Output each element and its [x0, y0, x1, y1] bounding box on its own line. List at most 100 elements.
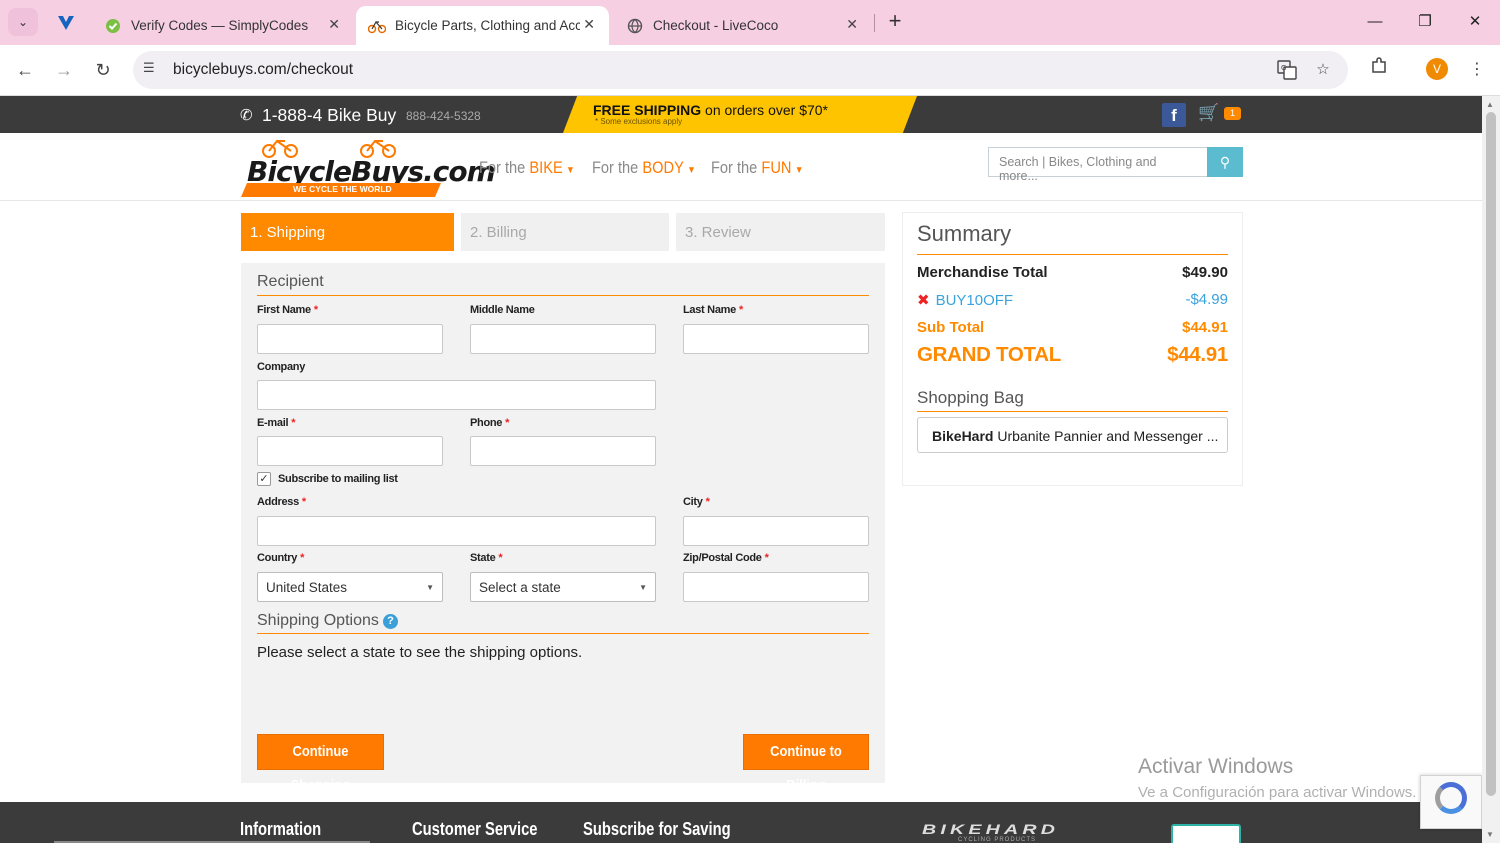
scroll-down-icon[interactable]: ▼	[1486, 830, 1494, 839]
company-label: Company	[257, 361, 306, 373]
email-label: E-mail *	[257, 417, 296, 429]
site-search-input[interactable]: Search | Bikes, Clothing and more...	[988, 147, 1208, 183]
search-icon[interactable]: ⚲	[1207, 147, 1243, 177]
menu-kebab-icon[interactable]: ⋮	[1464, 57, 1490, 83]
continue-to-billing-label: Continue to Billing	[770, 743, 842, 794]
nav-for-the-body[interactable]: For the BODY ▼	[592, 158, 696, 178]
new-tab-button[interactable]: +	[884, 9, 906, 35]
bag-item-brand: BikeHard	[932, 428, 994, 444]
tab-verify-codes[interactable]: Verify Codes — SimplyCodes ✕	[92, 6, 354, 45]
step-shipping[interactable]: 1. Shipping	[241, 213, 454, 251]
required-asterisk-icon: *	[291, 417, 296, 429]
nav-for-the-bike[interactable]: For the BIKE ▼	[479, 158, 575, 178]
zip-field[interactable]	[683, 572, 869, 602]
sub-total-value: $44.91	[1182, 319, 1228, 336]
phone-field[interactable]	[470, 436, 656, 466]
free-shipping-banner[interactable]: FREE SHIPPING on orders over $70* * Some…	[563, 96, 917, 133]
recaptcha-badge[interactable]	[1420, 775, 1482, 829]
first-name-field[interactable]	[257, 324, 443, 354]
close-window-icon[interactable]: ✕	[1462, 10, 1488, 34]
step-review[interactable]: 3. Review	[676, 213, 885, 251]
continue-to-billing-button[interactable]: Continue to Billing	[743, 734, 869, 794]
cart-icon[interactable]: 🛒	[1198, 103, 1219, 123]
scroll-up-icon[interactable]: ▲	[1486, 100, 1494, 109]
site-topbar: ✆ 1-888-4 Bike Buy 888-424-5328 FREE SHI…	[0, 96, 1482, 133]
city-field[interactable]	[683, 516, 869, 546]
email-field[interactable]	[257, 436, 443, 466]
site-logo[interactable]: BicycleBuys.com WE CYCLE THE WORLD	[241, 137, 496, 199]
continue-shopping-button[interactable]: Continue Shopping	[257, 734, 384, 794]
tab-close-icon[interactable]: ✕	[846, 16, 858, 33]
step-billing[interactable]: 2. Billing	[461, 213, 669, 251]
tab-close-icon[interactable]: ✕	[583, 16, 595, 33]
nav-prefix: For the	[592, 158, 643, 177]
middle-name-label: Middle Name	[470, 304, 535, 316]
forward-icon[interactable]: →	[51, 57, 77, 83]
first-name-label: First Name *	[257, 304, 318, 316]
site-info-icon[interactable]: ☰	[143, 60, 161, 80]
back-icon[interactable]: ←	[12, 57, 38, 83]
bag-item-name: Urbanite Pannier and Messenger ...	[993, 428, 1219, 444]
tab-search-button[interactable]: ⌄	[8, 8, 38, 36]
address-bar[interactable]: ☰ bicyclebuys.com/checkout G ☆	[133, 51, 1348, 89]
state-select[interactable]: Select a state ▼	[470, 572, 656, 602]
country-select[interactable]: United States ▼	[257, 572, 443, 602]
profile-avatar[interactable]: V	[1426, 58, 1448, 80]
reload-icon[interactable]: ↻	[90, 57, 116, 83]
shipping-options-divider	[257, 633, 869, 634]
country-label-text: Country	[257, 552, 298, 564]
caret-down-icon: ▼	[794, 165, 804, 176]
state-value: Select a state	[479, 580, 561, 595]
zip-label-text: Zip/Postal Code	[683, 552, 762, 564]
sub-total-label: Sub Total	[917, 319, 985, 336]
state-label: State *	[470, 552, 503, 564]
footer-heading-subscribe: Subscribe for Saving	[583, 819, 731, 839]
recaptcha-icon	[1435, 782, 1467, 814]
tab-separator	[874, 14, 875, 32]
shopping-bag-title: Shopping Bag	[917, 388, 1024, 407]
help-icon[interactable]: ?	[383, 614, 398, 629]
bicyclebuys-favicon-icon	[368, 17, 386, 35]
pinned-tab[interactable]	[52, 10, 80, 36]
tab-bicycle-parts[interactable]: Bicycle Parts, Clothing and Accessories …	[356, 6, 609, 45]
facebook-icon[interactable]: f	[1162, 103, 1186, 127]
nav-for-the-fun[interactable]: For the FUN ▼	[711, 158, 803, 178]
subscribe-checkbox[interactable]: ✓	[257, 472, 271, 486]
required-asterisk-icon: *	[300, 552, 305, 564]
subscribe-label: Subscribe to mailing list	[278, 473, 398, 485]
city-label: City *	[683, 496, 710, 508]
select-arrow-icon: ▼	[639, 583, 647, 592]
bookmark-star-icon[interactable]: ☆	[1312, 60, 1334, 82]
phone-digits: 888-424-5328	[406, 109, 481, 123]
nav-label: BIKE	[529, 158, 563, 177]
scroll-thumb[interactable]	[1486, 112, 1496, 796]
tab-close-icon[interactable]: ✕	[328, 16, 340, 33]
company-field[interactable]	[257, 380, 656, 410]
continue-shopping-label: Continue Shopping	[290, 743, 351, 794]
translate-icon[interactable]: G	[1276, 60, 1298, 82]
first-name-label-text: First Name	[257, 304, 311, 316]
required-asterisk-icon: *	[738, 304, 743, 316]
grand-total-label: GRAND TOTAL	[917, 343, 1061, 366]
page-scrollbar[interactable]: ▲ ▼	[1482, 96, 1500, 843]
guarantee-badge[interactable]	[1171, 824, 1241, 843]
bikehard-logo[interactable]: BIKEHARD	[922, 821, 1059, 837]
shopping-bag-item[interactable]: BikeHard Urbanite Pannier and Messenger …	[917, 417, 1228, 453]
remove-promo-icon[interactable]: ✖	[917, 292, 930, 309]
globe-icon	[626, 17, 644, 35]
restore-icon[interactable]: ❐	[1412, 10, 1438, 34]
required-asterisk-icon: *	[505, 417, 510, 429]
extensions-icon[interactable]	[1366, 57, 1392, 83]
country-label: Country *	[257, 552, 304, 564]
tab-checkout-livecoco[interactable]: Checkout - LiveCoco ✕	[614, 6, 872, 45]
free-shipping-text: FREE SHIPPING on orders over $70*	[593, 102, 828, 118]
country-value: United States	[266, 580, 348, 595]
last-name-field[interactable]	[683, 324, 869, 354]
phone-number[interactable]: 1-888-4 Bike Buy	[262, 105, 396, 126]
address-field[interactable]	[257, 516, 656, 546]
middle-name-field[interactable]	[470, 324, 656, 354]
recipient-title: Recipient	[257, 273, 324, 290]
last-name-label-text: Last Name	[683, 304, 736, 316]
browser-toolbar: ← → ↻ ☰ bicyclebuys.com/checkout G ☆ V ⋮	[0, 45, 1500, 96]
minimize-icon[interactable]: —	[1362, 10, 1388, 34]
